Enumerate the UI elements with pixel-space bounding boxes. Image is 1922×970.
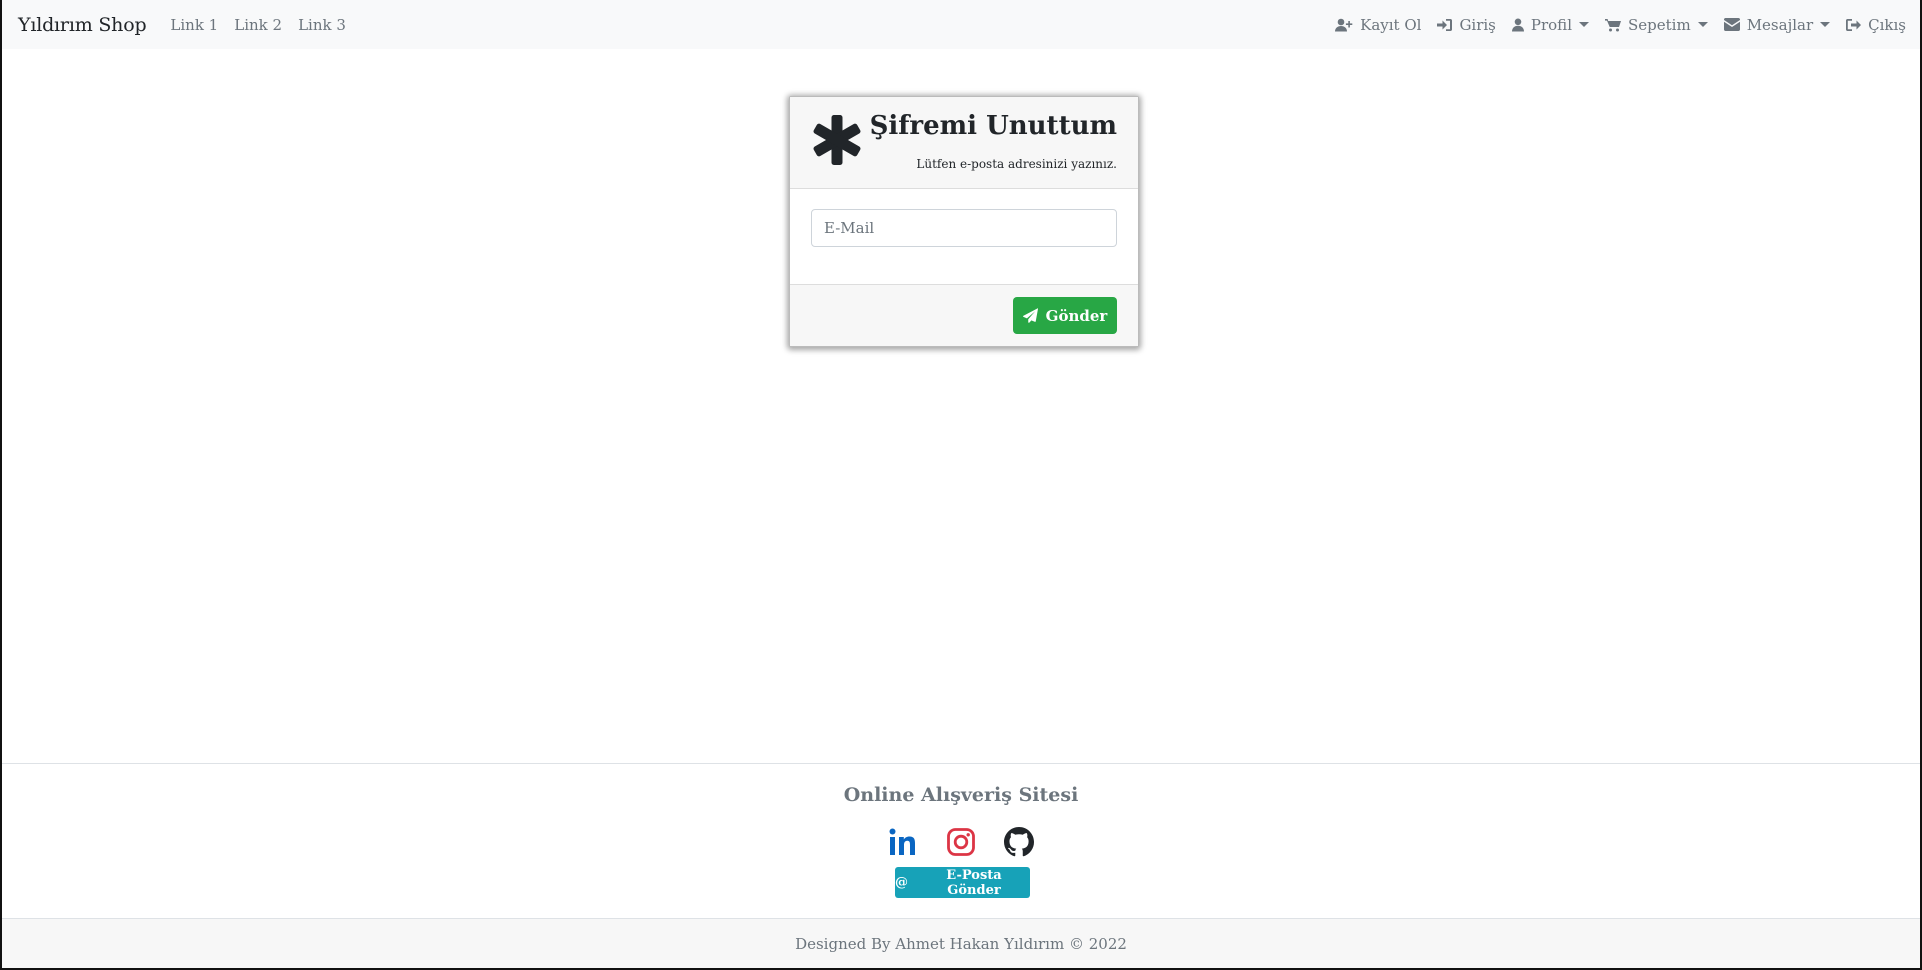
nav-register-label: Kayıt Ol <box>1360 15 1422 34</box>
nav-login-label: Giriş <box>1459 15 1496 34</box>
navbar-left: Yıldırım Shop Link 1 Link 2 Link 3 <box>18 14 362 36</box>
paper-plane-icon <box>1022 308 1038 323</box>
footer-title: Online Alışveriş Sitesi <box>843 784 1079 806</box>
send-email-label: E-Posta Gönder <box>946 867 1002 898</box>
send-button[interactable]: Gönder <box>1013 297 1117 334</box>
envelope-icon <box>1723 18 1740 31</box>
card-title: Şifremi Unuttum <box>869 111 1117 141</box>
nav-register[interactable]: Kayıt Ol <box>1335 16 1421 34</box>
navbar: Yıldırım Shop Link 1 Link 2 Link 3 Kayıt… <box>2 0 1920 49</box>
sign-in-icon <box>1437 18 1453 31</box>
linkedin-icon <box>889 828 915 855</box>
chevron-down-icon <box>1697 22 1708 27</box>
instagram-link[interactable] <box>946 827 976 857</box>
send-button-label: Gönder <box>1045 306 1108 325</box>
nav-link-1[interactable]: Link 1 <box>170 16 218 34</box>
card-footer: Gönder <box>790 284 1138 346</box>
sign-out-icon <box>1846 18 1862 31</box>
card-body <box>790 189 1138 284</box>
nav-logout[interactable]: Çıkış <box>1846 16 1906 34</box>
user-plus-icon <box>1335 18 1353 31</box>
nav-profile-dropdown[interactable]: Profil <box>1511 15 1589 34</box>
footer: Online Alışveriş Sitesi @ E-Posta Gönder… <box>2 763 1920 968</box>
forgot-password-card: Şifremi Unuttum Lütfen e-posta adresiniz… <box>789 96 1139 347</box>
nav-cart-dropdown[interactable]: Sepetim <box>1605 16 1708 34</box>
nav-logout-label: Çıkış <box>1868 15 1906 34</box>
nav-messages-dropdown[interactable]: Mesajlar <box>1723 15 1831 34</box>
copyright-bar: Designed By Ahmet Hakan Yıldırım © 2022 <box>2 918 1920 968</box>
nav-cart-label: Sepetim <box>1628 15 1691 34</box>
cart-icon <box>1605 18 1621 31</box>
card-header: Şifremi Unuttum Lütfen e-posta adresiniz… <box>790 97 1138 189</box>
brand-link[interactable]: Yıldırım Shop <box>18 14 147 36</box>
chevron-down-icon <box>1820 22 1831 27</box>
nav-link-3[interactable]: Link 3 <box>298 16 346 34</box>
github-icon <box>1004 827 1034 857</box>
github-link[interactable] <box>1004 827 1034 857</box>
nav-messages-label: Mesajlar <box>1746 15 1814 34</box>
copyright-text: Designed By Ahmet Hakan Yıldırım © 2022 <box>795 934 1127 953</box>
send-email-button[interactable]: @ E-Posta Gönder <box>895 867 1030 898</box>
social-links <box>2 827 1920 857</box>
user-icon <box>1511 18 1524 31</box>
nav-profile-label: Profil <box>1530 15 1572 34</box>
instagram-icon <box>947 828 975 856</box>
linkedin-link[interactable] <box>888 827 918 857</box>
nav-link-2[interactable]: Link 2 <box>234 16 282 34</box>
at-icon: @ <box>895 875 908 890</box>
chevron-down-icon <box>1579 22 1589 27</box>
card-subtitle: Lütfen e-posta adresinizi yazınız. <box>916 157 1117 171</box>
navbar-right: Kayıt Ol Giriş Profil Sepetim Mesajlar Ç… <box>1335 16 1906 34</box>
asterisk-icon <box>813 115 861 165</box>
nav-login[interactable]: Giriş <box>1437 15 1496 34</box>
email-input[interactable] <box>811 209 1117 247</box>
